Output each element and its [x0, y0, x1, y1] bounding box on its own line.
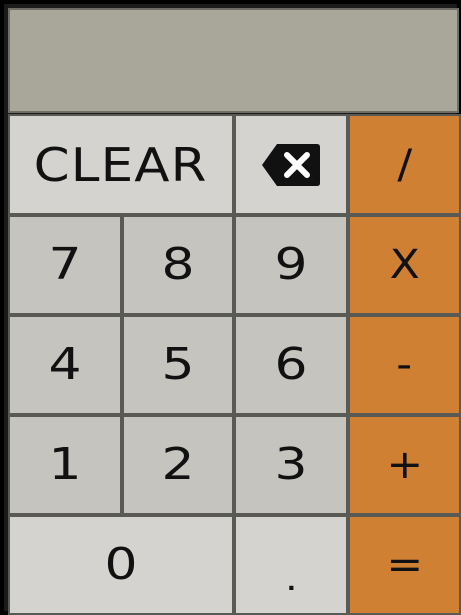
digit-3-label: 3	[274, 439, 308, 490]
subtract-button[interactable]: -	[348, 315, 461, 415]
calculator: CLEAR / 7 8 9 X 4 5 6 - 1 2 3 + 0 . =	[0, 0, 461, 615]
digit-7-button[interactable]: 7	[8, 215, 122, 315]
add-button-label: +	[386, 442, 423, 488]
clear-button-label: CLEAR	[34, 137, 208, 192]
digit-4-button[interactable]: 4	[8, 315, 122, 415]
digit-6-label: 6	[274, 339, 308, 390]
add-button[interactable]: +	[348, 415, 461, 515]
divide-button[interactable]: /	[348, 114, 461, 215]
digit-0-label: 0	[104, 539, 138, 590]
subtract-button-label: -	[396, 342, 413, 388]
digit-8-label: 8	[161, 239, 195, 290]
digit-1-button[interactable]: 1	[8, 415, 122, 515]
digit-4-label: 4	[48, 339, 82, 390]
decimal-button-label: .	[284, 559, 298, 599]
digit-8-button[interactable]: 8	[122, 215, 234, 315]
digit-9-button[interactable]: 9	[234, 215, 348, 315]
digit-2-button[interactable]: 2	[122, 415, 234, 515]
digit-7-label: 7	[48, 239, 82, 290]
equals-button-label: =	[386, 542, 423, 588]
digit-2-label: 2	[161, 439, 195, 490]
decimal-button[interactable]: .	[234, 515, 348, 615]
digit-1-label: 1	[48, 439, 82, 490]
multiply-button[interactable]: X	[348, 215, 461, 315]
digit-3-button[interactable]: 3	[234, 415, 348, 515]
digit-0-button[interactable]: 0	[8, 515, 234, 615]
backspace-button[interactable]	[234, 114, 348, 215]
equals-button[interactable]: =	[348, 515, 461, 615]
digit-6-button[interactable]: 6	[234, 315, 348, 415]
backspace-icon	[261, 142, 321, 188]
digit-5-label: 5	[161, 339, 195, 390]
digit-9-label: 9	[274, 239, 308, 290]
clear-button[interactable]: CLEAR	[8, 114, 234, 215]
multiply-button-label: X	[389, 242, 420, 288]
divide-button-label: /	[397, 141, 412, 188]
display	[8, 8, 459, 113]
digit-5-button[interactable]: 5	[122, 315, 234, 415]
